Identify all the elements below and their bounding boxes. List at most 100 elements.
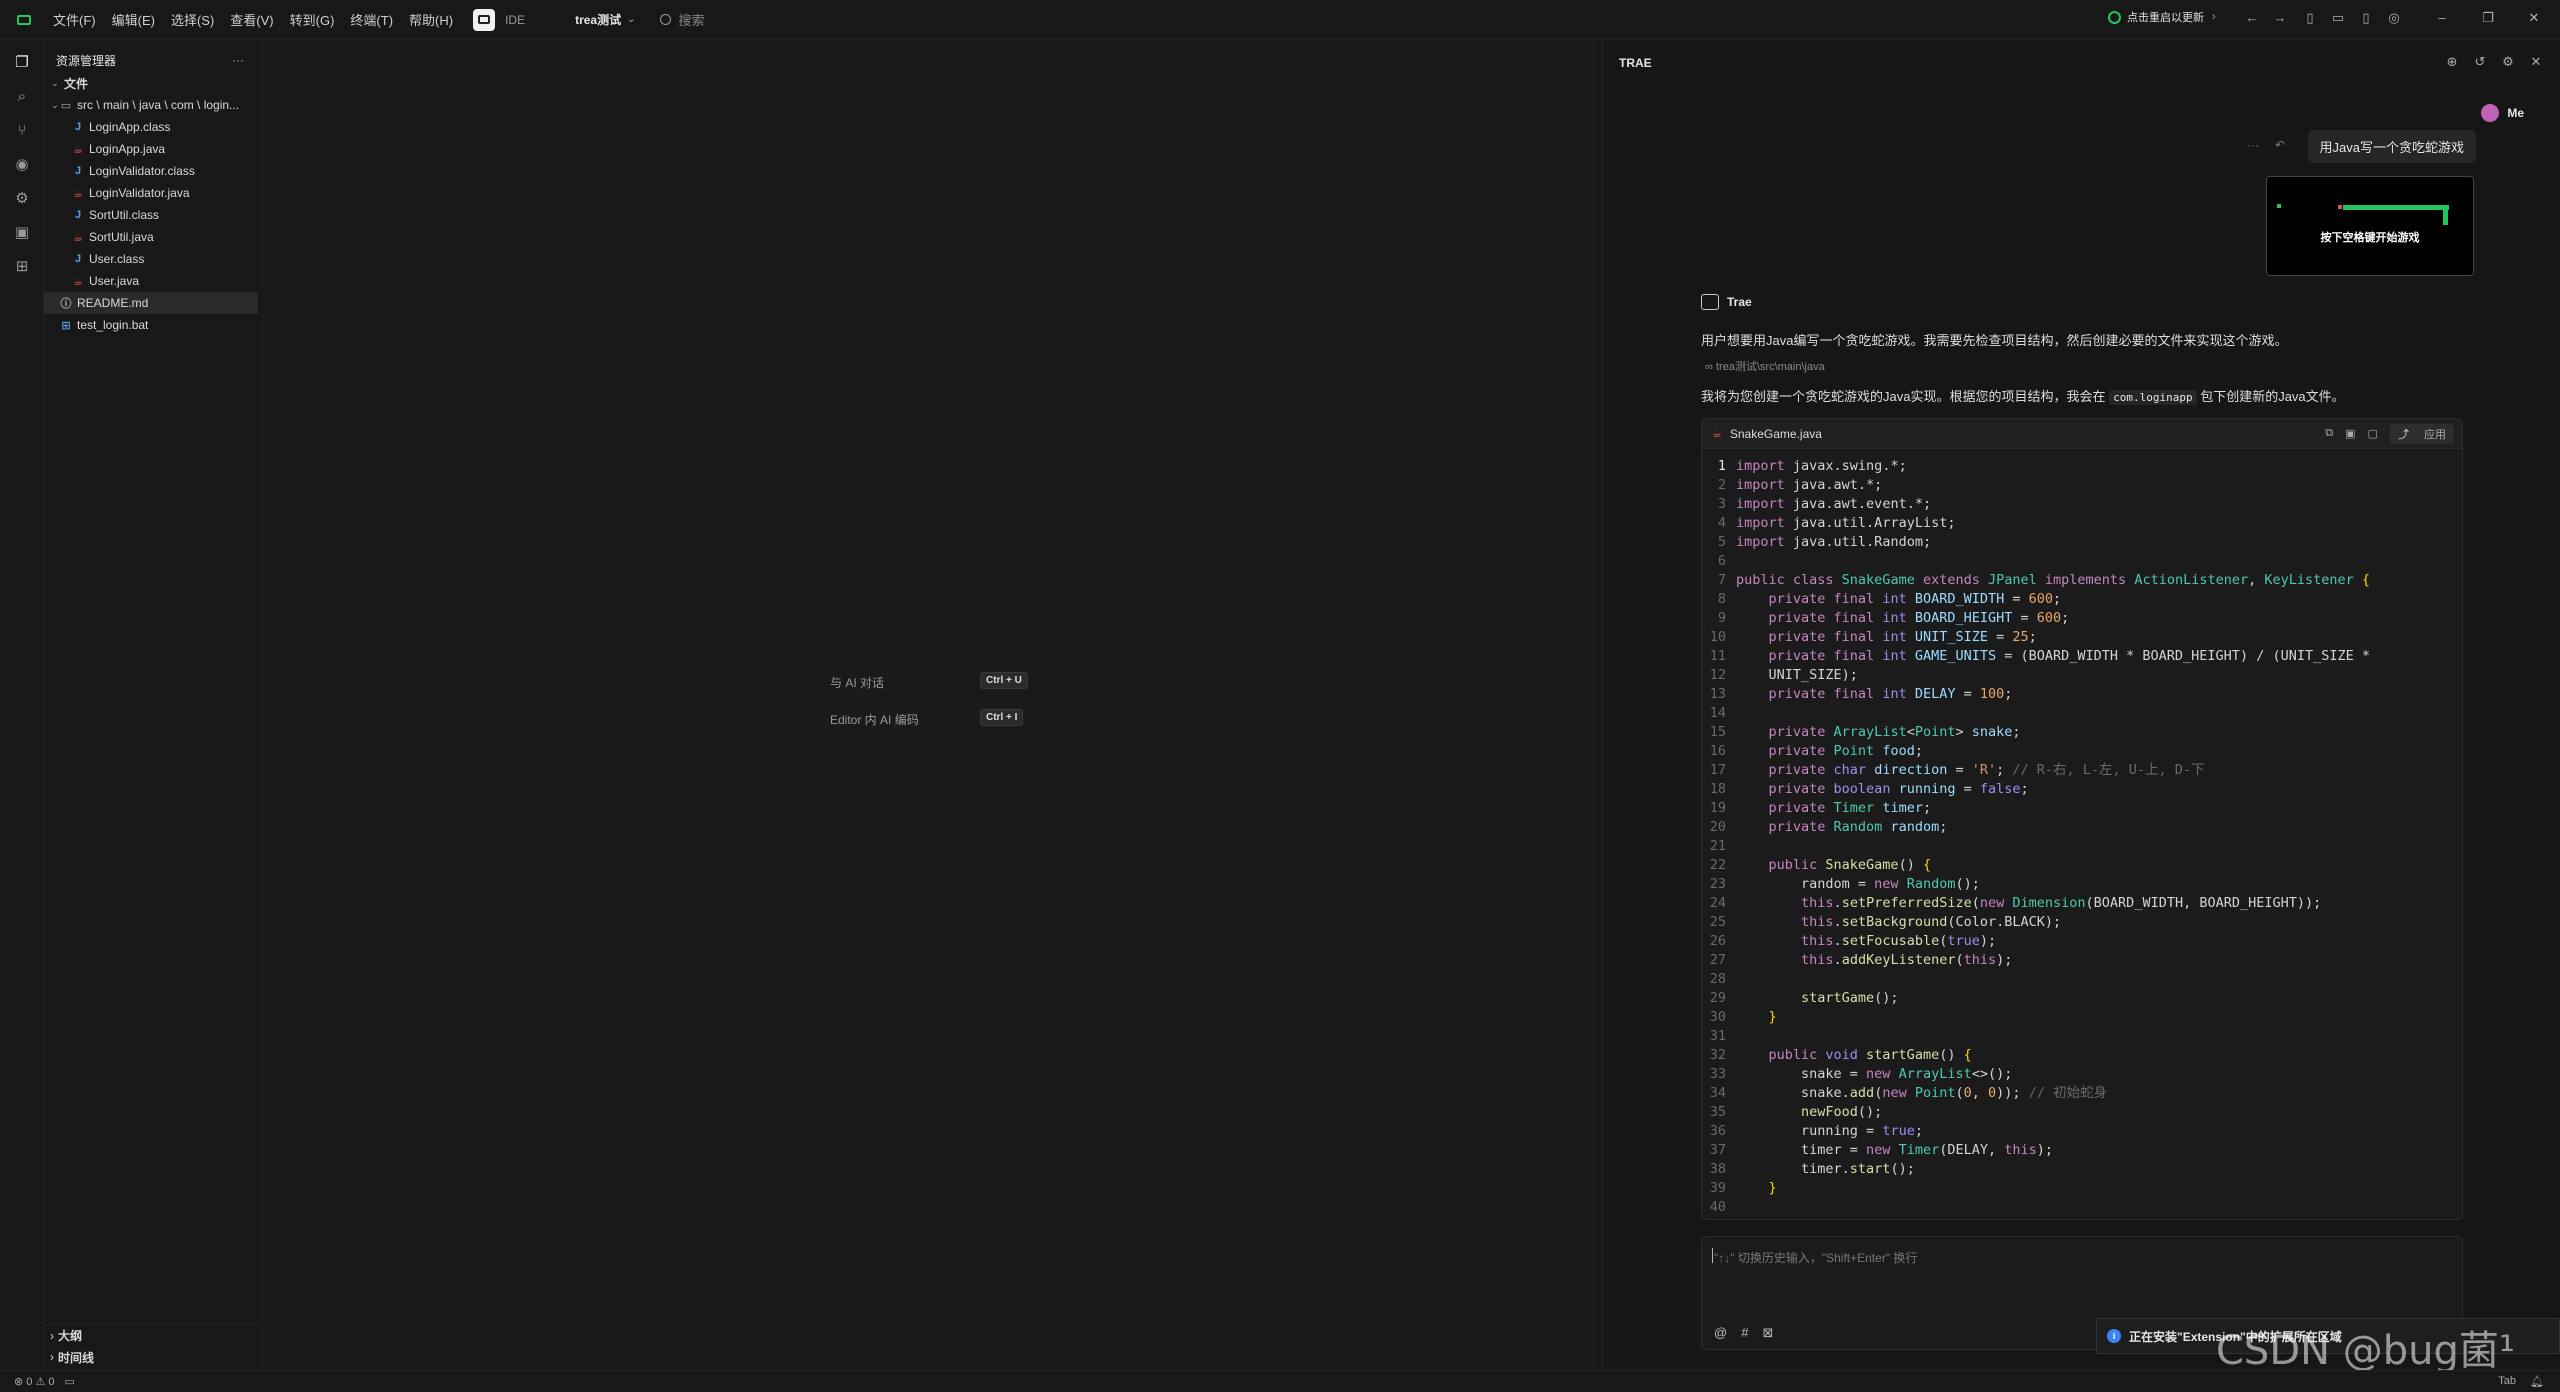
menu-item[interactable]: 终端(T) <box>350 10 393 29</box>
file-item[interactable]: J LoginApp.class <box>44 116 258 138</box>
project-selector[interactable]: trea测试 <box>575 11 621 28</box>
problems-indicator[interactable]: ⊗ 0 ⚠ 0 ▭ <box>14 1375 75 1389</box>
avatar <box>2481 104 2500 122</box>
new-file-icon[interactable]: ▢ <box>2368 427 2378 440</box>
explorer-icon[interactable]: ❐ <box>11 52 33 74</box>
tree-folder[interactable]: ⌄ ▭ src \ main \ java \ com \ login... <box>44 94 258 116</box>
extensions-icon[interactable]: ⊞ <box>11 256 33 278</box>
code-token: { <box>2353 572 2371 588</box>
menu-item[interactable]: 查看(V) <box>230 10 273 29</box>
context-path[interactable]: ∞ trea测试\src\main\java <box>1705 358 1825 374</box>
menu-item[interactable]: 帮助(H) <box>409 10 453 29</box>
notification-icon[interactable]: 🔔︎ <box>2530 1375 2544 1388</box>
mention-icon[interactable]: @ <box>1714 1325 1727 1341</box>
code-token: ; <box>1939 819 1948 835</box>
search-view-icon[interactable]: ⌕ <box>11 86 33 108</box>
history-icon[interactable]: ↺ <box>2472 54 2488 70</box>
code-token: timer = <box>1736 1142 1867 1158</box>
code-token: ActionListener <box>2134 572 2249 588</box>
hint-chat-label: 与 AI 对话 <box>830 676 885 690</box>
assistant-name: Trae <box>1727 295 1752 309</box>
code-token: int <box>1882 629 1915 645</box>
mode-switch[interactable]: IDE <box>473 8 525 31</box>
code-token: ( <box>1955 1085 1964 1101</box>
timeline-section[interactable]: › 时间线 <box>44 1346 258 1368</box>
file-item[interactable]: ⊞ test_login.bat <box>44 314 258 336</box>
tree-section-files[interactable]: ⌄ 文件 <box>44 72 258 94</box>
attached-image[interactable]: 按下空格键开始游戏 <box>2266 176 2474 276</box>
search-box[interactable]: 搜索 <box>659 10 705 29</box>
code-line: 40 <box>1702 1198 2462 1217</box>
minimize-icon[interactable]: – <box>2434 10 2450 26</box>
extensions-gear-icon[interactable]: ⚙ <box>11 188 33 210</box>
file-item[interactable]: ☕ LoginValidator.java <box>44 182 258 204</box>
terminal-icon[interactable]: ▭ <box>65 1375 75 1388</box>
run-debug-icon[interactable]: ◉ <box>11 154 33 176</box>
code-token: ; <box>2004 686 2013 702</box>
back-icon[interactable]: ← <box>2244 10 2260 26</box>
new-chat-icon[interactable]: ⊕ <box>2444 54 2460 70</box>
more-icon[interactable]: ··· <box>232 53 244 67</box>
undo-icon[interactable]: ↶ <box>2275 138 2285 152</box>
toggle-aux-icon[interactable]: ▯ <box>2358 10 2374 26</box>
code-token: start <box>1849 1161 1891 1177</box>
code-token: , <box>2248 572 2265 588</box>
code-line: 39 } <box>1702 1179 2462 1198</box>
more-icon[interactable]: ··· <box>2247 138 2259 152</box>
tab-indicator[interactable]: Tab <box>2498 1375 2516 1388</box>
settings-icon[interactable]: ⚙ <box>2500 54 2516 70</box>
code-token: JPanel <box>1987 572 2037 588</box>
code-token: Point <box>1833 743 1883 759</box>
code-token: // 初始蛇身 <box>2020 1085 2108 1101</box>
close-icon[interactable]: ✕ <box>2528 54 2544 70</box>
code-line: 19 private Timer timer; <box>1702 799 2462 818</box>
ai-mode-icon[interactable] <box>473 8 496 31</box>
toggle-panel-icon[interactable]: ▭ <box>2330 10 2346 26</box>
error-icon: ⊗ <box>14 1376 24 1388</box>
close-window-icon[interactable]: ✕ <box>2526 10 2542 26</box>
restore-icon[interactable]: ❐ <box>2480 10 2496 26</box>
apply-button[interactable]: ⤴ 应用 <box>2389 423 2454 444</box>
insert-icon[interactable]: ▣ <box>2345 427 2355 440</box>
code-token: random <box>1890 819 1940 835</box>
trae-logo-icon <box>1701 294 1719 310</box>
account-icon[interactable]: ◎ <box>2386 10 2402 26</box>
line-number: 29 <box>1709 990 1726 1006</box>
file-item[interactable]: ☕ User.java <box>44 270 258 292</box>
menu-item[interactable]: 文件(F) <box>53 10 96 29</box>
hashtag-icon[interactable]: # <box>1741 1325 1748 1341</box>
copy-icon[interactable]: ⧉ <box>2325 427 2333 440</box>
menu-item[interactable]: 编辑(E) <box>112 10 155 29</box>
code-line: 31 <box>1702 1027 2462 1046</box>
file-label: SortUtil.class <box>89 208 160 222</box>
menu-item[interactable]: 选择(S) <box>171 10 214 29</box>
outline-section[interactable]: › 大纲 <box>44 1324 258 1346</box>
file-item[interactable]: ☕ SortUtil.java <box>44 226 258 248</box>
source-control-icon[interactable]: ⑂ <box>11 120 33 142</box>
file-item[interactable]: ⓘ README.md <box>44 292 258 314</box>
code-line: 7 public class SnakeGame extends JPanel i… <box>1702 571 2462 590</box>
toggle-sidebar-icon[interactable]: ▯ <box>2302 10 2318 26</box>
ide-mode-label[interactable]: IDE <box>505 13 525 27</box>
code-token: true <box>1882 1123 1915 1139</box>
line-number: 7 <box>1717 572 1726 588</box>
file-label: LoginValidator.class <box>89 164 195 178</box>
user-message: 用Java写一个贪吃蛇游戏 <box>2307 130 2476 163</box>
code-token: boolean <box>1833 781 1899 797</box>
image-upload-icon[interactable]: ⊠ <box>1762 1325 1773 1341</box>
hint-chat-key: Ctrl + U <box>980 672 1028 689</box>
code-content[interactable]: 1 import javax.swing.*; 2 import java.awt.*… <box>1702 449 2462 1217</box>
update-button[interactable]: 点击重启以更新 › <box>2108 9 2216 25</box>
file-item[interactable]: J SortUtil.class <box>44 204 258 226</box>
file-label: User.class <box>89 252 145 266</box>
file-item[interactable]: ☕ LoginApp.java <box>44 138 258 160</box>
chevron-down-icon[interactable]: ⌄ <box>627 14 635 25</box>
file-item[interactable]: J User.class <box>44 248 258 270</box>
menu-item[interactable]: 转到(G) <box>290 10 335 29</box>
forward-icon[interactable]: → <box>2272 10 2288 26</box>
remote-icon[interactable]: ▣ <box>11 222 33 244</box>
file-item[interactable]: J LoginValidator.class <box>44 160 258 182</box>
line-number: 10 <box>1709 629 1726 645</box>
code-token: ; <box>1914 743 1923 759</box>
code-token: ; <box>2061 610 2070 626</box>
